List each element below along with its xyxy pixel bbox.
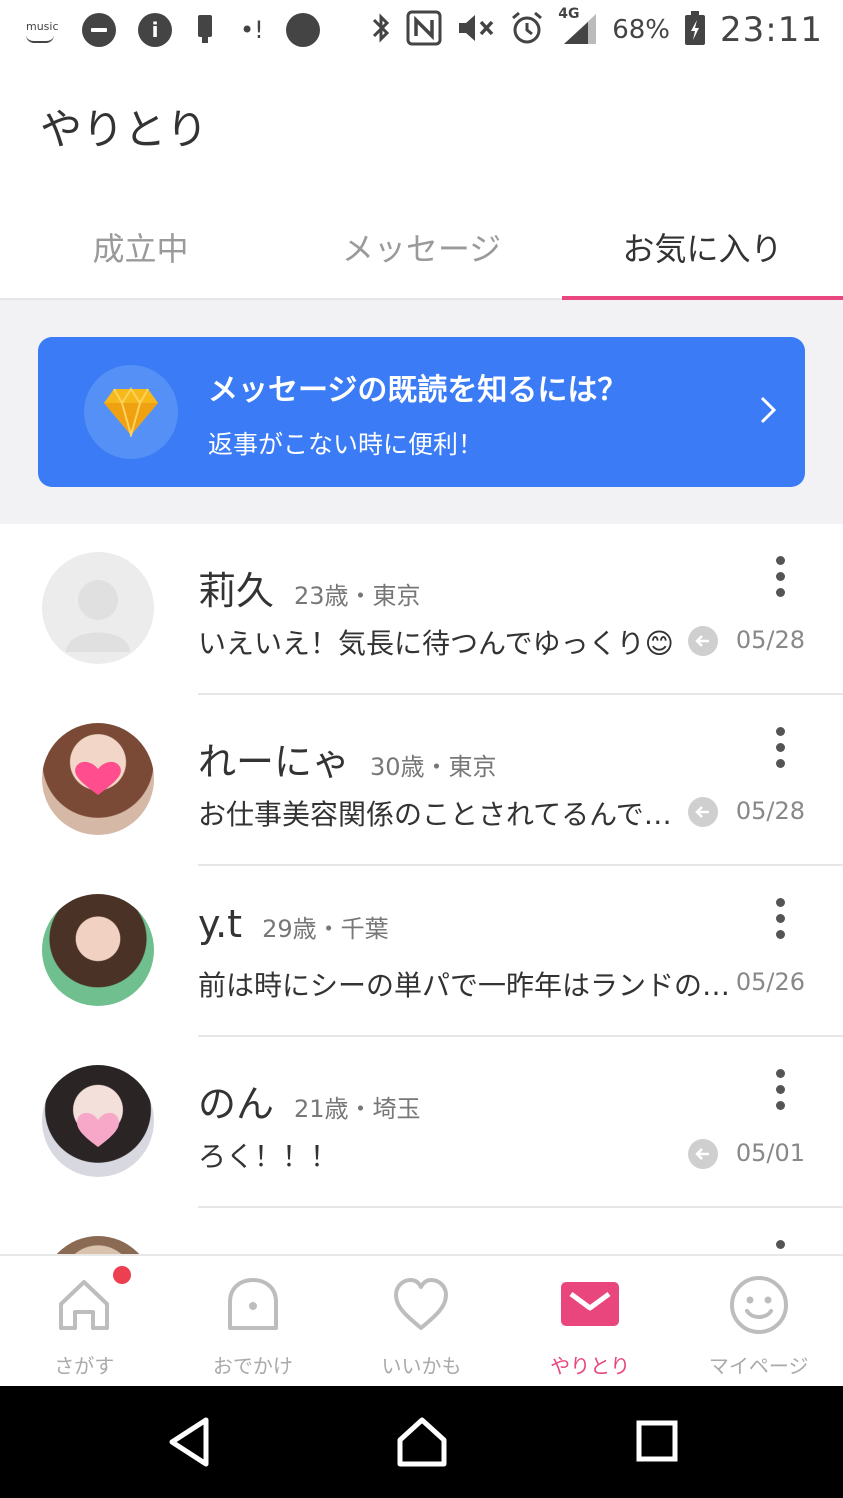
nav-outing[interactable]: おでかけ	[169, 1256, 338, 1386]
list-item-partial[interactable]	[0, 1208, 843, 1254]
user-meta: 23歳・東京	[294, 582, 421, 610]
user-name: れーにゃ	[198, 740, 351, 784]
avatar[interactable]	[42, 1236, 154, 1254]
notification-badge	[113, 1266, 131, 1284]
message-preview: いえいえ！気長に待つんでゆっくり😊	[198, 627, 674, 660]
replied-arrow-icon	[688, 1139, 718, 1169]
home-button-icon[interactable]	[396, 1416, 448, 1472]
banner-subtitle: 返事がこない時に便利！	[208, 430, 484, 459]
clock: 23:11	[720, 10, 823, 50]
message-date: 05/26	[735, 968, 805, 996]
tab-bar: 成立中 メッセージ お気に入り	[0, 200, 843, 300]
avatar-placeholder[interactable]	[42, 552, 154, 664]
tab-label: お気に入り	[622, 230, 783, 268]
tab-messages[interactable]: メッセージ	[281, 200, 562, 298]
network-type-label: 4G	[558, 6, 580, 22]
tab-label: 成立中	[92, 230, 189, 268]
notification-alert-icon: •!	[240, 16, 264, 44]
back-icon[interactable]	[166, 1416, 212, 1472]
user-meta: 21歳・埼玉	[294, 1095, 421, 1123]
ghost-icon	[222, 1274, 284, 1336]
user-meta: 30歳・東京	[370, 753, 497, 781]
avatar[interactable]	[42, 1065, 154, 1177]
user-meta: 29歳・千葉	[262, 915, 389, 943]
message-preview: お仕事美容関係のことされてるんですね😊	[198, 798, 688, 831]
nav-mypage[interactable]: マイページ	[674, 1256, 843, 1386]
more-options-icon[interactable]	[765, 556, 795, 602]
list-item[interactable]: 莉久 23歳・東京 いえいえ！気長に待つんでゆっくり😊 05/28	[0, 524, 843, 695]
read-receipt-promo-banner[interactable]: メッセージの既読を知るには？ 返事がこない時に便利！	[38, 337, 805, 487]
envelope-icon	[559, 1274, 621, 1336]
info-icon	[138, 13, 172, 47]
more-options-icon[interactable]	[765, 898, 795, 944]
recent-apps-icon[interactable]	[636, 1420, 678, 1466]
nav-label: いいかも	[381, 1354, 462, 1378]
nav-likes[interactable]: いいかも	[337, 1256, 506, 1386]
nav-label: おでかけ	[212, 1354, 293, 1378]
smiley-icon	[728, 1274, 790, 1336]
bluetooth-icon	[370, 11, 392, 49]
user-name: のん	[198, 1082, 275, 1126]
music-app-icon: music	[24, 15, 60, 45]
record-icon	[285, 13, 320, 47]
status-bar: music •! 4G 68% 23:11	[0, 0, 843, 60]
user-name: 莉久	[198, 569, 275, 613]
do-not-disturb-icon	[82, 13, 116, 47]
avatar[interactable]	[42, 894, 154, 1006]
banner-title: メッセージの既読を知るには？	[208, 373, 628, 408]
list-item[interactable]: y.t 29歳・千葉 前は時にシーの単パで一昨年はランドの方に 05/26	[0, 866, 843, 1037]
heart-icon	[390, 1274, 452, 1336]
banner-area: メッセージの既読を知るには？ 返事がこない時に便利！	[0, 300, 843, 524]
nav-search[interactable]: さがす	[0, 1256, 169, 1386]
more-options-icon[interactable]	[765, 1069, 795, 1115]
alarm-icon	[510, 10, 544, 50]
diamond-icon	[84, 365, 178, 459]
more-options-icon[interactable]	[765, 727, 795, 773]
message-preview: 前は時にシーの単パで一昨年はランドの方に	[198, 969, 734, 1002]
tab-favorites[interactable]: お気に入り	[562, 200, 843, 300]
message-date: 05/01	[735, 1139, 805, 1167]
page-title: やりとり	[40, 105, 209, 154]
replied-arrow-icon	[688, 626, 718, 656]
list-item[interactable]: れーにゃ 30歳・東京 お仕事美容関係のことされてるんですね😊 05/28	[0, 695, 843, 866]
message-date: 05/28	[735, 797, 805, 825]
mute-icon	[456, 11, 496, 49]
nfc-icon	[406, 10, 442, 50]
nav-messages[interactable]: やりとり	[506, 1256, 675, 1386]
user-name: y.t	[198, 902, 243, 946]
more-options-icon[interactable]	[765, 1240, 795, 1254]
tab-matched[interactable]: 成立中	[0, 200, 281, 298]
signal-icon: 4G	[558, 6, 598, 50]
replied-arrow-icon	[688, 797, 718, 827]
nav-label: さがす	[54, 1354, 115, 1378]
avatar[interactable]	[42, 723, 154, 835]
tab-label: メッセージ	[341, 230, 502, 268]
list-item[interactable]: のん 21歳・埼玉 ろく！！！ 05/01	[0, 1037, 843, 1208]
message-preview: ろく！！！	[198, 1140, 339, 1173]
nav-label: マイページ	[708, 1354, 809, 1378]
message-date: 05/28	[735, 626, 805, 654]
battery-percent: 68%	[612, 15, 671, 45]
home-icon	[53, 1274, 115, 1336]
battery-icon	[684, 10, 706, 50]
bottom-navigation: さがす おでかけ いいかも やりとり マイページ	[0, 1254, 843, 1386]
conversation-list: 莉久 23歳・東京 いえいえ！気長に待つんでゆっくり😊 05/28 れーにゃ 3…	[0, 524, 843, 1254]
phone-vibrate-icon	[194, 11, 218, 49]
nav-label: やりとり	[550, 1354, 631, 1378]
system-navigation-bar	[0, 1386, 843, 1498]
chevron-right-icon	[759, 395, 777, 429]
